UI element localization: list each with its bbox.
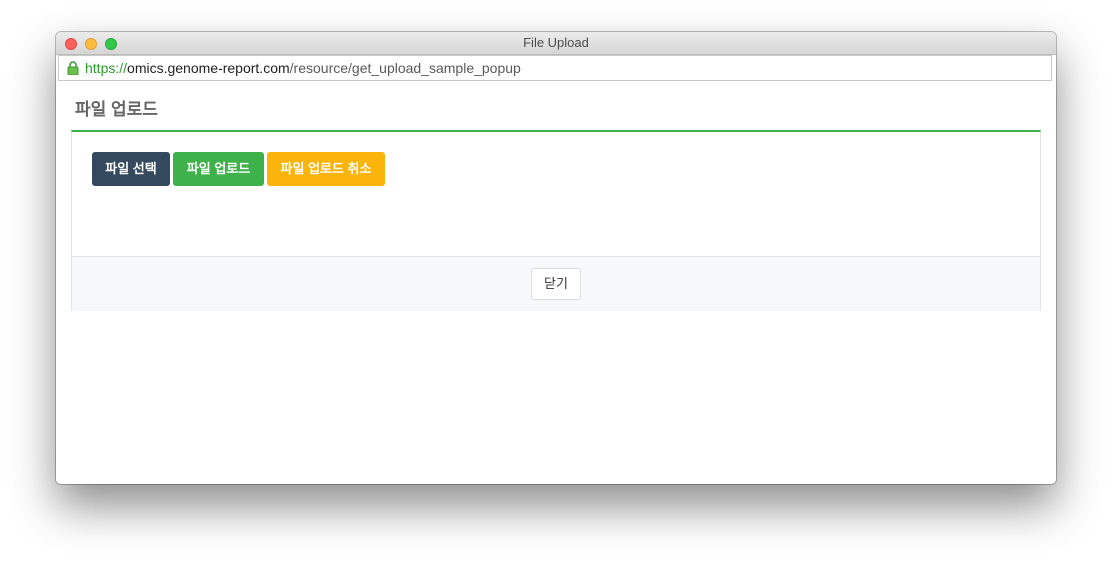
url-host: omics.genome-report.com bbox=[127, 60, 290, 76]
title-bar: File Upload bbox=[56, 32, 1056, 55]
close-button[interactable]: 닫기 bbox=[531, 268, 581, 300]
upload-panel-footer: 닫기 bbox=[72, 256, 1040, 311]
select-file-button[interactable]: 파일 선택 bbox=[92, 152, 170, 186]
page-title: 파일 업로드 bbox=[75, 100, 158, 119]
window-title: File Upload bbox=[523, 35, 589, 50]
upload-file-button[interactable]: 파일 업로드 bbox=[173, 152, 264, 186]
cancel-upload-button[interactable]: 파일 업로드 취소 bbox=[267, 152, 385, 186]
url-text[interactable]: https://omics.genome-report.com/resource… bbox=[85, 56, 521, 80]
url-scheme: https:// bbox=[85, 60, 128, 76]
address-bar[interactable]: https://omics.genome-report.com/resource… bbox=[58, 55, 1052, 81]
url-path: /resource/get_upload_sample_popup bbox=[289, 60, 521, 76]
lock-icon bbox=[67, 61, 79, 76]
browser-window: File Upload https://omics.genome-report.… bbox=[56, 32, 1056, 484]
page-content: 파일 업로드 파일 선택 파일 업로드 파일 업로드 취소 닫기 bbox=[56, 83, 1056, 484]
upload-panel-body: 파일 선택 파일 업로드 파일 업로드 취소 bbox=[72, 132, 1040, 256]
upload-panel: 파일 선택 파일 업로드 파일 업로드 취소 닫기 bbox=[71, 130, 1041, 311]
